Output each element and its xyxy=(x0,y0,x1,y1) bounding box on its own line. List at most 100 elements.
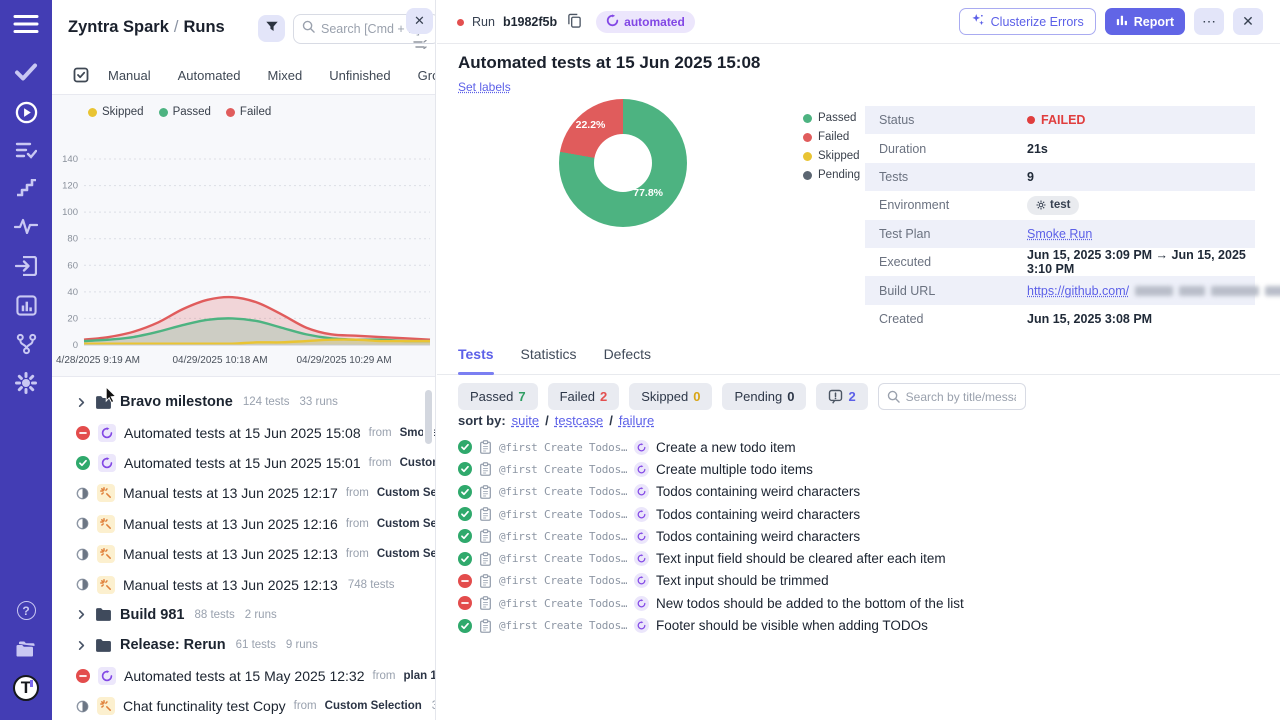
analytics-icon[interactable] xyxy=(0,218,52,234)
run-group-row[interactable]: Release: Rerun61 tests9 runs xyxy=(52,630,435,660)
legend-item-passed: Passed xyxy=(159,106,211,118)
chip-failed[interactable]: Failed2 xyxy=(548,383,620,410)
tab-defects[interactable]: Defects xyxy=(604,346,651,374)
donut-slice-label-passed: 77.8% xyxy=(633,187,663,199)
test-row[interactable]: @first Create Todos…Text input field sho… xyxy=(458,547,1270,569)
chip-passed[interactable]: Passed7 xyxy=(458,383,538,410)
test-title: Todos containing weird characters xyxy=(656,484,860,499)
sort-link-suite[interactable]: suite xyxy=(512,413,539,428)
run-type-tab-groups[interactable]: Groups xyxy=(418,68,436,83)
run-from-label: from xyxy=(369,427,392,439)
run-row[interactable]: Automated tests at 15 Jun 2025 15:08 from… xyxy=(52,417,435,447)
chip-skipped[interactable]: Skipped0 xyxy=(629,383,712,410)
tests-search-input[interactable] xyxy=(906,390,1016,404)
select-all-icon[interactable] xyxy=(72,66,90,84)
test-row[interactable]: @first Create Todos…Create a new todo it… xyxy=(458,436,1270,458)
detail-label: Test Plan xyxy=(879,227,1027,241)
steps-icon[interactable] xyxy=(0,179,52,197)
run-row[interactable]: Automated tests at 15 May 2025 12:32from… xyxy=(52,661,435,691)
run-type-tab-manual[interactable]: Manual xyxy=(108,68,151,83)
run-source: Custom Selection xyxy=(377,487,435,499)
detail-value: Jun 15, 2025 3:08 PM xyxy=(1027,312,1152,326)
report-button[interactable]: Report xyxy=(1105,8,1185,35)
run-row[interactable]: Manual tests at 13 Jun 2025 12:13fromCus… xyxy=(52,539,435,569)
test-title: Create multiple todo items xyxy=(656,462,813,477)
run-from-label: from xyxy=(346,548,369,560)
redacted-url-segment xyxy=(1135,286,1173,296)
chip-label: Pending xyxy=(734,389,782,404)
run-type-tab-automated[interactable]: Automated xyxy=(178,68,241,83)
test-row[interactable]: @first Create Todos…Footer should be vis… xyxy=(458,614,1270,636)
run-type-tab-unfinished[interactable]: Unfinished xyxy=(329,68,390,83)
menu-icon[interactable] xyxy=(0,14,52,34)
in-progress-status-icon xyxy=(76,548,89,561)
app-logo[interactable]: T xyxy=(0,675,52,701)
test-row[interactable]: @first Create Todos…Todos containing wei… xyxy=(458,503,1270,525)
donut-legend-item-pending: Pending xyxy=(803,169,860,181)
chip-comments[interactable]: 2 xyxy=(816,383,867,410)
clipboard-icon xyxy=(479,462,492,476)
breadcrumb-project[interactable]: Zyntra Spark xyxy=(68,18,169,36)
run-title: Automated tests at 15 Jun 2025 15:08 xyxy=(124,425,361,441)
test-suite-path: @first Create Todos… xyxy=(499,463,627,476)
settings-icon[interactable] xyxy=(0,372,52,394)
run-group-row[interactable]: Build 98188 tests2 runs xyxy=(52,600,435,630)
tests-icon[interactable] xyxy=(0,62,52,82)
runs-panel: Zyntra Spark/Runs ✕ ManualAutomatedMixed… xyxy=(52,0,436,720)
close-run-button[interactable]: ✕ xyxy=(1233,8,1263,35)
run-row[interactable]: Manual tests at 13 Jun 2025 12:13748 tes… xyxy=(52,569,435,599)
legend-label: Passed xyxy=(818,112,856,124)
test-plan-link[interactable]: Smoke Run xyxy=(1027,227,1092,241)
run-row[interactable]: Chat functinality test CopyfromCustom Se… xyxy=(52,691,435,720)
manual-run-icon xyxy=(97,545,115,563)
scrollbar-thumb[interactable] xyxy=(425,390,432,444)
test-row[interactable]: @first Create Todos… Create multiple todo… xyxy=(458,458,1270,480)
test-row[interactable]: @first Create Todos…New todos should be … xyxy=(458,592,1270,614)
clusterize-errors-button[interactable]: Clusterize Errors xyxy=(959,8,1096,35)
test-row[interactable]: @first Create Todos…Text input should be… xyxy=(458,570,1270,592)
run-row[interactable]: Automated tests at 15 Jun 2025 15:01from… xyxy=(52,448,435,478)
test-row[interactable]: @first Create Todos…Todos containing wei… xyxy=(458,481,1270,503)
filter-button[interactable] xyxy=(258,15,285,42)
tests-search[interactable] xyxy=(878,383,1026,410)
chip-pending[interactable]: Pending0 xyxy=(722,383,806,410)
panel-close-button[interactable]: ✕ xyxy=(406,8,433,34)
sort-link-testcase[interactable]: testcase xyxy=(555,413,603,428)
projects-icon[interactable] xyxy=(0,640,52,658)
tab-tests[interactable]: Tests xyxy=(458,346,494,374)
import-icon[interactable] xyxy=(0,256,52,276)
runs-icon[interactable] xyxy=(0,101,52,124)
set-labels-link[interactable]: Set labels xyxy=(458,80,511,94)
run-group-row[interactable]: Bravo milestone124 tests33 runs xyxy=(52,387,435,417)
redacted-url-segment xyxy=(1211,286,1259,296)
test-plans-icon[interactable] xyxy=(0,141,52,159)
sort-link-failure[interactable]: failure xyxy=(619,413,654,428)
sort-order-icon[interactable] xyxy=(413,36,428,54)
branch-icon[interactable] xyxy=(0,333,52,355)
reports-icon[interactable] xyxy=(0,295,52,316)
automated-test-icon xyxy=(634,596,649,611)
run-type-tab-mixed[interactable]: Mixed xyxy=(268,68,303,83)
help-icon[interactable]: ? xyxy=(0,601,52,620)
run-source: Custom Selection xyxy=(377,548,435,560)
tab-statistics[interactable]: Statistics xyxy=(521,346,577,374)
manual-run-icon xyxy=(97,484,115,502)
test-title: Text input should be trimmed xyxy=(656,573,829,588)
run-row[interactable]: Manual tests at 13 Jun 2025 12:16fromCus… xyxy=(52,509,435,539)
svg-text:20: 20 xyxy=(67,313,78,324)
legend-label: Failed xyxy=(818,131,849,143)
legend-dot xyxy=(159,108,168,117)
more-actions-button[interactable]: ⋯ xyxy=(1194,8,1224,35)
detail-value: test xyxy=(1027,196,1079,215)
search-icon xyxy=(887,390,900,403)
legend-label: Passed xyxy=(173,106,211,118)
passed-status-icon xyxy=(458,507,472,521)
report-label: Report xyxy=(1134,15,1174,29)
legend-dot xyxy=(803,152,812,161)
legend-item-failed: Failed xyxy=(226,106,271,118)
test-row[interactable]: @first Create Todos…Todos containing wei… xyxy=(458,525,1270,547)
copy-run-id-button[interactable] xyxy=(565,11,584,33)
build-url-link[interactable]: https://github.com/ xyxy=(1027,284,1129,298)
run-row[interactable]: Manual tests at 13 Jun 2025 12:17fromCus… xyxy=(52,478,435,508)
sort-by-label: sort by: xyxy=(458,413,506,428)
